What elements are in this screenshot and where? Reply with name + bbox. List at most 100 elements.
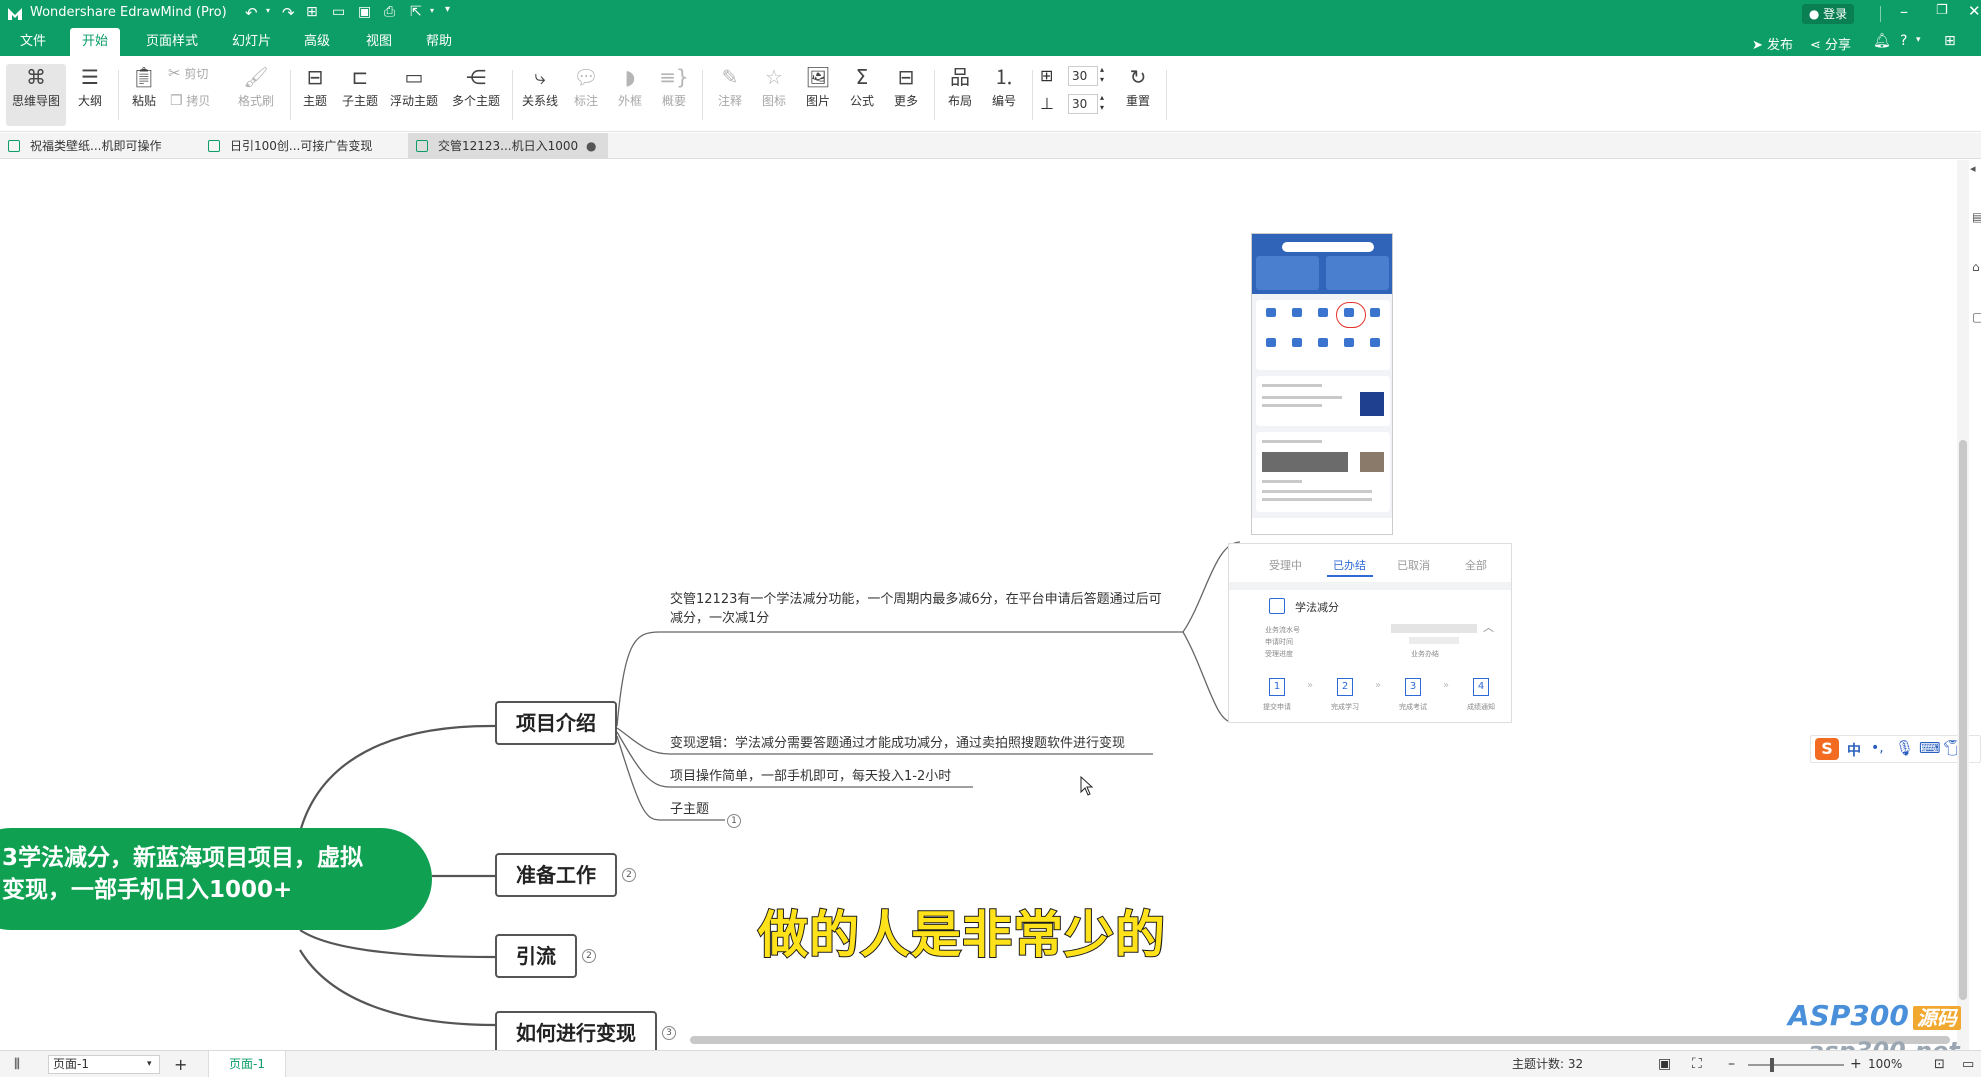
bell-icon[interactable]: 🔔︎	[1873, 33, 1891, 49]
menu-file[interactable]: 文件	[8, 28, 58, 56]
zoom-level[interactable]: 100%	[1868, 1051, 1902, 1077]
paste-button[interactable]: 📋︎ 粘贴	[126, 64, 162, 126]
undo-dropdown-icon[interactable]: ▾	[266, 6, 270, 15]
print-icon[interactable]: ⎙	[384, 4, 395, 20]
doc-tab-1[interactable]: 祝福类壁纸...机即可操作	[0, 133, 198, 159]
publish-button[interactable]: ➤ 发布	[1752, 34, 1793, 53]
page-panel-icon[interactable]: ⫼	[14, 1051, 20, 1077]
layout-button[interactable]: 品布局	[940, 64, 980, 126]
menu-slides[interactable]: 幻灯片	[220, 28, 283, 56]
page-tab[interactable]: 页面-1	[208, 1051, 286, 1077]
menu-view[interactable]: 视图	[354, 28, 404, 56]
branch-monetize[interactable]: 如何进行变现	[495, 1011, 657, 1050]
order-status-image[interactable]: 受理中 已办结 已取消 全部 学法减分 业务流水号 ︿ 申请时间 受理进度 业务…	[1228, 543, 1512, 723]
callout-button[interactable]: 💬︎ 标注	[566, 64, 606, 126]
quick-access-more-icon[interactable]: ▾	[445, 4, 450, 15]
horizontal-scroll-thumb[interactable]	[690, 1036, 1950, 1044]
boundary-button[interactable]: ◗ 外框	[610, 64, 650, 126]
copy-button[interactable]: ❐ 拷贝	[170, 92, 226, 116]
help-dropdown-icon[interactable]: ▾	[1916, 35, 1921, 45]
menu-help[interactable]: 帮助	[414, 28, 464, 56]
collapse-badge-subtopic[interactable]: 1	[727, 814, 741, 828]
branch-traffic[interactable]: 引流	[495, 934, 577, 978]
cut-button[interactable]: ✂ 剪切	[168, 64, 224, 88]
icon-button[interactable]: ☆ 图标	[754, 64, 794, 126]
menu-home[interactable]: 开始	[70, 28, 121, 56]
horizontal-spacing-input[interactable]: 30	[1068, 66, 1098, 86]
redo-icon[interactable]: ↷	[282, 4, 295, 22]
side-panel-icon[interactable]: ▭	[1962, 1051, 1974, 1077]
export-dropdown-icon[interactable]: ▾	[430, 6, 434, 15]
zoom-in-icon[interactable]: +	[1850, 1051, 1862, 1077]
horizontal-spacing-stepper[interactable]: ▴ ▾	[1100, 65, 1104, 85]
floating-topic-button[interactable]: ▭ 浮动主题	[386, 64, 442, 126]
ime-toolbar[interactable]: S 中 •, 🎙︎ ⌨ 👕︎	[1810, 735, 1981, 763]
image-button[interactable]: 🖼︎ 图片	[798, 64, 838, 126]
keyboard-icon[interactable]: ⌨	[1919, 739, 1941, 757]
menu-advanced[interactable]: 高级	[292, 28, 342, 56]
subtopic-button[interactable]: ⊏ 子主题	[338, 64, 382, 126]
relation-line-button[interactable]: ⤷ 关系线	[518, 64, 562, 126]
summary-button[interactable]: ≡} 概要	[654, 64, 694, 126]
help-icon[interactable]: ?	[1900, 33, 1907, 49]
collapse-badge-traffic[interactable]: 2	[582, 949, 596, 963]
collapse-badge-monetize[interactable]: 3	[662, 1026, 676, 1040]
ime-chinese-mode-icon[interactable]: 中	[1847, 740, 1861, 760]
fullscreen-icon[interactable]: ⛶	[1692, 1051, 1702, 1077]
formula-button[interactable]: Σ 公式	[842, 64, 882, 126]
mindmap-view-button[interactable]: ⌘ 思维导图	[6, 64, 66, 126]
minimize-icon[interactable]: –	[1900, 2, 1908, 21]
undo-icon[interactable]: ↶	[245, 4, 258, 22]
side-format-icon[interactable]: ▤	[1972, 210, 1981, 224]
vertical-scroll-thumb[interactable]	[1959, 440, 1967, 1000]
new-file-icon[interactable]: ⊞	[306, 4, 318, 20]
login-button[interactable]: ● 登录	[1802, 4, 1854, 24]
microphone-icon[interactable]: 🎙︎	[1895, 739, 1914, 757]
topic-monetize-logic[interactable]: 变现逻辑：学法减分需要答题通过才能成功减分，通过卖拍照搜题软件进行变现	[670, 734, 1125, 753]
menu-page-style[interactable]: 页面样式	[134, 28, 210, 56]
zoom-slider[interactable]	[1748, 1064, 1844, 1066]
side-doc-icon[interactable]: ▢	[1972, 310, 1981, 324]
topic-subtopic[interactable]: 子主题	[670, 800, 709, 819]
branch-prep[interactable]: 准备工作	[495, 853, 617, 897]
branch-intro[interactable]: 项目介绍	[495, 701, 617, 745]
collapse-badge-prep[interactable]: 2	[622, 868, 636, 882]
close-icon[interactable]: ✕	[1968, 2, 1981, 20]
zoom-out-icon[interactable]: –	[1728, 1051, 1735, 1077]
phone-screenshot-image[interactable]	[1251, 233, 1393, 535]
topic-simple-operation[interactable]: 项目操作简单，一部手机即可，每天投入1-2小时	[670, 767, 951, 786]
more-button[interactable]: ⊟ 更多	[886, 64, 926, 126]
save-icon[interactable]: ▣	[358, 4, 371, 20]
format-painter-button[interactable]: 🖌︎ 格式刷	[234, 64, 278, 126]
add-page-icon[interactable]: +	[174, 1051, 187, 1077]
topic-description[interactable]: 交管12123有一个学法减分功能，一个周期内最多减6分，在平台申请后答题通过后可…	[670, 590, 1162, 628]
fit-page-icon[interactable]: ▣	[1658, 1051, 1671, 1077]
share-button[interactable]: ⋖ 分享	[1810, 34, 1851, 53]
open-folder-icon[interactable]: ▭	[332, 4, 345, 20]
topic-button[interactable]: ⊟ 主题	[298, 64, 332, 126]
doc-tab-2[interactable]: 日引100创...可接广告变现	[200, 133, 406, 159]
vertical-spacing-input[interactable]: 30	[1068, 94, 1098, 114]
relation-line-icon: ⤷	[534, 65, 546, 89]
sogou-logo-icon[interactable]: S	[1815, 738, 1839, 760]
unsaved-dot-icon[interactable]: ●	[586, 133, 596, 159]
fit-window-icon[interactable]: ⊡	[1934, 1051, 1945, 1077]
side-clip-icon[interactable]: ⌂	[1972, 260, 1980, 274]
reset-button[interactable]: ↻ 重置	[1118, 64, 1158, 126]
apps-grid-icon[interactable]: ⊞	[1944, 33, 1956, 49]
ime-punctuation-icon[interactable]: •,	[1871, 740, 1884, 756]
panel-collapse-icon[interactable]: ◂	[1970, 162, 1976, 175]
vertical-spacing-stepper[interactable]: ▴ ▾	[1100, 93, 1104, 113]
export-icon[interactable]: ⇱	[410, 4, 422, 20]
zoom-slider-handle[interactable]	[1770, 1058, 1774, 1072]
page-select[interactable]: 页面-1 ▾	[48, 1055, 160, 1074]
mindmap-canvas[interactable]: 3学法减分，新蓝海项目项目，虚拟 变现，一部手机日入1000+ 项目介绍 准备工…	[0, 160, 1981, 1050]
restore-icon[interactable]: ❐	[1936, 3, 1948, 18]
root-topic[interactable]: 3学法减分，新蓝海项目项目，虚拟 变现，一部手机日入1000+	[0, 828, 432, 930]
doc-tab-3[interactable]: 交管12123...机日入1000 ●	[408, 133, 608, 159]
outline-view-button[interactable]: ☰ 大纲	[70, 64, 110, 126]
phone-text-line	[1262, 480, 1302, 483]
numbering-button[interactable]: ⒈ 编号	[984, 64, 1024, 126]
note-button[interactable]: ✎ 注释	[710, 64, 750, 126]
multi-topic-button[interactable]: ⋲ 多个主题	[448, 64, 504, 126]
